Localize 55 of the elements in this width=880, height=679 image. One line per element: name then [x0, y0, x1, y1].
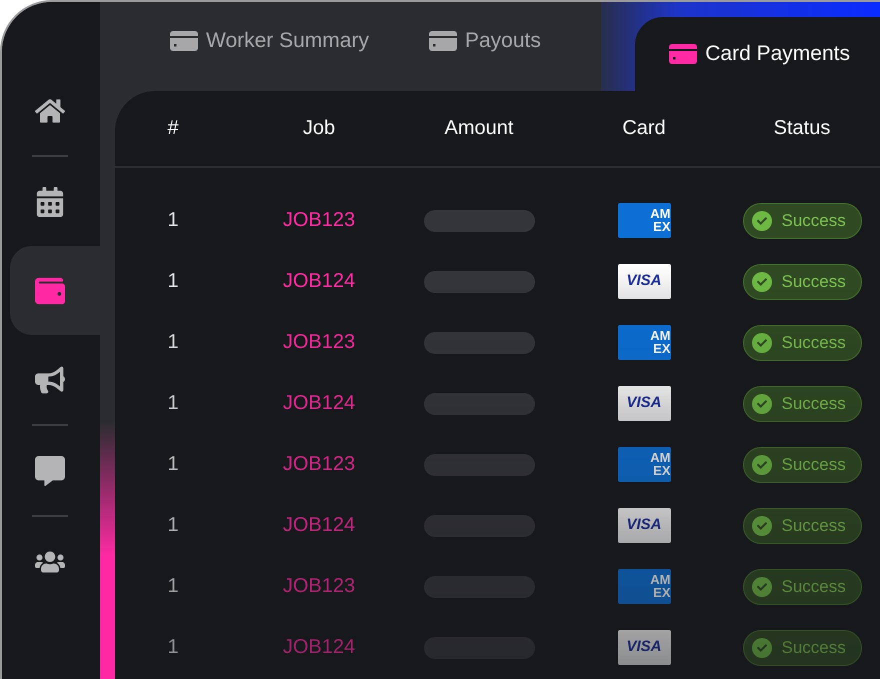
job-link[interactable]: JOB124	[282, 514, 356, 537]
card-icon	[170, 30, 198, 50]
check-icon	[752, 638, 772, 658]
calendar-icon	[35, 186, 65, 216]
card-brand-logo: AM EX	[618, 569, 670, 604]
row-number: 1	[167, 392, 179, 415]
row-number: 1	[167, 331, 179, 354]
job-link[interactable]: JOB123	[282, 453, 356, 476]
status-label: Success	[782, 210, 846, 230]
card-brand-logo: VISA	[618, 508, 670, 543]
card-brand-logo: AM EX	[618, 325, 670, 360]
column-header: #	[167, 117, 179, 140]
job-link[interactable]: JOB124	[282, 392, 356, 415]
card-brand-logo: VISA	[618, 386, 670, 421]
row-number: 1	[167, 575, 179, 598]
card-brand-logo: AM EX	[618, 447, 670, 482]
column-header: Job	[302, 117, 336, 140]
tab[interactable]: Payouts	[428, 2, 601, 91]
job-link[interactable]: JOB124	[282, 270, 356, 293]
row-number: 1	[167, 514, 179, 537]
check-icon	[752, 332, 772, 352]
check-icon	[752, 272, 772, 292]
tab[interactable]: Card Payments	[635, 17, 880, 91]
status-label: Success	[782, 272, 846, 292]
row-number: 1	[167, 453, 179, 476]
check-icon	[752, 394, 772, 414]
job-link[interactable]: JOB123	[282, 331, 356, 354]
card-brand-logo: VISA	[618, 630, 670, 665]
row-number: 1	[167, 270, 179, 293]
column-header: Status	[774, 117, 830, 140]
card-brand-logo: AM EX	[618, 203, 670, 238]
status-label: Success	[782, 454, 846, 474]
check-icon	[752, 210, 772, 230]
status-label: Success	[782, 516, 846, 536]
job-link[interactable]: JOB123	[282, 209, 356, 232]
card-brand-logo: VISA	[618, 264, 670, 299]
row-number: 1	[167, 209, 179, 232]
megaphone-icon	[35, 364, 65, 394]
status-label: Success	[782, 394, 846, 414]
status-label: Success	[782, 576, 846, 596]
check-icon	[752, 454, 772, 474]
wallet-icon	[35, 276, 65, 306]
row-number: 1	[167, 636, 179, 659]
chat-icon	[35, 456, 65, 486]
check-icon	[752, 516, 772, 536]
check-icon	[752, 576, 772, 596]
job-link[interactable]: JOB123	[282, 575, 356, 598]
card-icon	[669, 44, 698, 64]
column-header: Card	[622, 117, 666, 140]
card-icon	[428, 30, 457, 50]
column-header: Amount	[444, 117, 514, 140]
status-label: Success	[782, 638, 846, 658]
status-label: Success	[782, 332, 846, 352]
sidebar-item[interactable]	[10, 246, 100, 335]
job-link[interactable]: JOB124	[282, 636, 356, 659]
